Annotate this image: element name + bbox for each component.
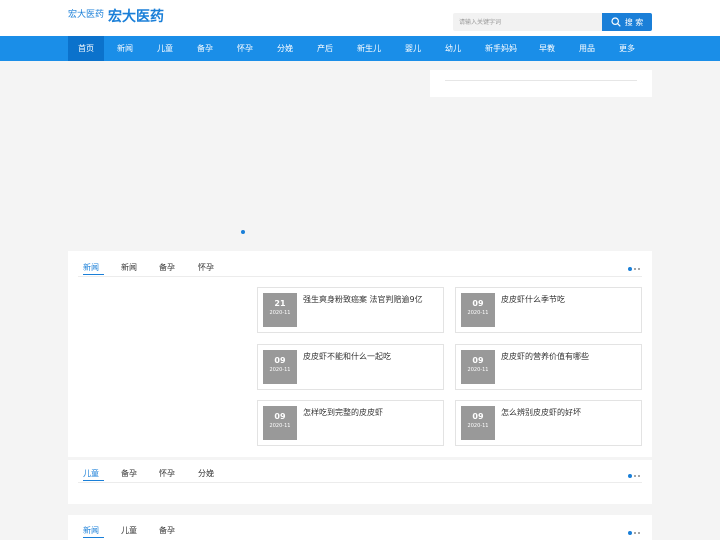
nav-item-home[interactable]: 首页 [68, 36, 104, 61]
nav-item-newborn[interactable]: 新生儿 [348, 36, 390, 61]
date-badge: 21 2020-11 [263, 293, 297, 327]
article-card[interactable]: 09 2020-11 怎么辨别皮皮虾的好坏 [455, 400, 642, 446]
section1-tab-1[interactable]: 新闻 [83, 261, 104, 275]
side-divider [445, 80, 637, 81]
nav-item-news[interactable]: 新闻 [108, 36, 142, 61]
news-section-2 [68, 515, 652, 540]
nav-item-pregnancy[interactable]: 怀孕 [228, 36, 262, 61]
section2-pager-dots[interactable] [628, 474, 642, 478]
section1-tab-3[interactable]: 备孕 [159, 261, 175, 275]
article-title[interactable]: 怎么辨别皮皮虾的好坏 [501, 407, 581, 418]
section2-tab-2[interactable]: 备孕 [121, 467, 137, 481]
article-title[interactable]: 强生爽身粉致癌案 法官判赔逾9亿 [303, 294, 423, 305]
section2-tab-4[interactable]: 分娩 [198, 467, 214, 481]
nav-item-supplies[interactable]: 用品 [572, 36, 602, 61]
nav-item-early-education[interactable]: 早教 [532, 36, 562, 61]
article-title[interactable]: 皮皮虾的营养价值有哪些 [501, 351, 589, 362]
header: 宏大医药 宏大医药 搜 索 [0, 0, 720, 36]
date-badge: 09 2020-11 [263, 350, 297, 384]
main-nav: 首页 新闻 儿童 备孕 怀孕 分娩 产后 新生儿 婴儿 幼儿 新手妈妈 早教 用… [0, 36, 720, 61]
article-title[interactable]: 怎样吃到完整的皮皮虾 [303, 407, 383, 418]
search-button-label: 搜 索 [624, 17, 644, 27]
section1-tab-divider [78, 276, 642, 277]
section2-tab-divider [78, 482, 642, 483]
search-icon [611, 17, 621, 27]
nav-item-postpartum[interactable]: 产后 [308, 36, 342, 61]
banner-indicator-dot[interactable] [241, 230, 245, 234]
nav-item-more[interactable]: 更多 [612, 36, 642, 61]
article-card[interactable]: 21 2020-11 强生爽身粉致癌案 法官判赔逾9亿 [257, 287, 444, 333]
section3-tab-2[interactable]: 儿童 [121, 524, 137, 538]
search-input[interactable] [453, 13, 603, 31]
nav-item-new-mom[interactable]: 新手妈妈 [476, 36, 526, 61]
logo-title[interactable]: 宏大医药 [108, 6, 164, 26]
article-title[interactable]: 皮皮虾什么季节吃 [501, 294, 565, 305]
article-card[interactable]: 09 2020-11 怎样吃到完整的皮皮虾 [257, 400, 444, 446]
side-info-box [430, 70, 652, 97]
article-card[interactable]: 09 2020-11 皮皮虾不能和什么一起吃 [257, 344, 444, 390]
logo-small[interactable]: 宏大医药 [68, 7, 104, 20]
section2-tab-1[interactable]: 儿童 [83, 467, 104, 481]
article-card[interactable]: 09 2020-11 皮皮虾的营养价值有哪些 [455, 344, 642, 390]
section3-tab-3[interactable]: 备孕 [159, 524, 175, 538]
section1-pager-dots[interactable] [628, 267, 642, 271]
banner-carousel[interactable] [68, 70, 418, 240]
section3-tab-1[interactable]: 新闻 [83, 524, 104, 538]
date-badge: 09 2020-11 [263, 406, 297, 440]
date-badge: 09 2020-11 [461, 406, 495, 440]
nav-item-pregnancy-prep[interactable]: 备孕 [188, 36, 222, 61]
section1-tab-4[interactable]: 怀孕 [198, 261, 214, 275]
article-title[interactable]: 皮皮虾不能和什么一起吃 [303, 351, 391, 362]
section1-tab-2[interactable]: 新闻 [121, 261, 137, 275]
nav-item-childbirth[interactable]: 分娩 [268, 36, 302, 61]
nav-item-infant[interactable]: 婴儿 [396, 36, 430, 61]
nav-item-toddler[interactable]: 幼儿 [436, 36, 470, 61]
section3-pager-dots[interactable] [628, 531, 642, 535]
search-button[interactable]: 搜 索 [602, 13, 652, 31]
nav-item-children[interactable]: 儿童 [148, 36, 182, 61]
section2-tab-3[interactable]: 怀孕 [159, 467, 175, 481]
article-card[interactable]: 09 2020-11 皮皮虾什么季节吃 [455, 287, 642, 333]
date-badge: 09 2020-11 [461, 350, 495, 384]
date-badge: 09 2020-11 [461, 293, 495, 327]
